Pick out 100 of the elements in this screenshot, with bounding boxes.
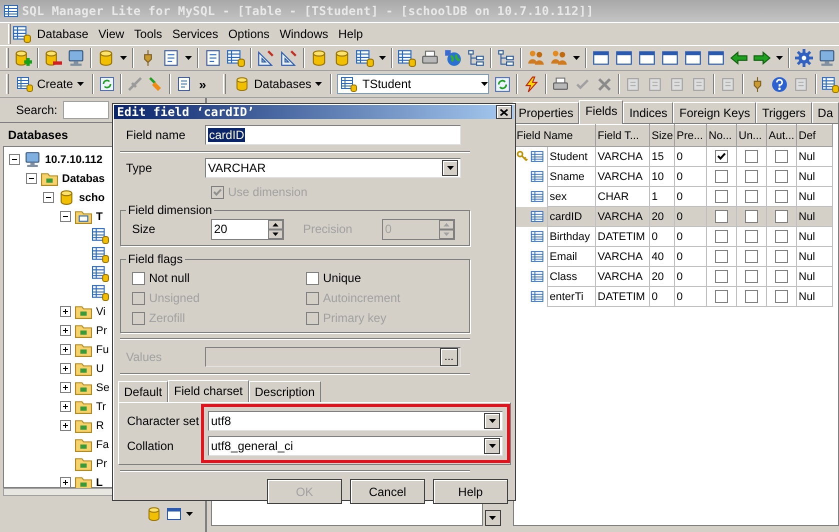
cross-icon[interactable] bbox=[596, 76, 613, 92]
database-icon[interactable] bbox=[97, 49, 115, 67]
ruler-icon[interactable] bbox=[257, 49, 275, 67]
tree-item[interactable]: T bbox=[96, 210, 103, 222]
checkbox[interactable] bbox=[744, 210, 758, 223]
checkbox[interactable] bbox=[774, 170, 788, 183]
globe-icon[interactable] bbox=[444, 49, 462, 67]
spin-field[interactable]: 20 bbox=[211, 218, 284, 240]
dropdown-field[interactable]: utf8_general_ci bbox=[208, 436, 503, 456]
column-header[interactable]: Def bbox=[796, 124, 832, 146]
tree-item[interactable]: Fa bbox=[96, 438, 109, 450]
tab[interactable]: Da bbox=[812, 102, 839, 123]
checkbox[interactable] bbox=[744, 230, 758, 243]
expand-icon[interactable] bbox=[60, 401, 71, 412]
window-icon[interactable] bbox=[166, 506, 182, 522]
menu-item[interactable]: Services bbox=[168, 25, 222, 43]
tab[interactable]: Foreign Keys bbox=[673, 102, 756, 123]
menu-item[interactable]: Database bbox=[33, 25, 92, 43]
checkbox[interactable] bbox=[714, 250, 728, 263]
printer-icon[interactable] bbox=[552, 76, 569, 92]
grid-row[interactable]: Class VARCHA 20 0 Nul bbox=[514, 266, 832, 286]
menu-item[interactable]: Tools bbox=[130, 25, 166, 43]
checkbox[interactable] bbox=[132, 272, 145, 284]
tab[interactable]: Indices bbox=[623, 102, 674, 123]
left-arrow-icon[interactable] bbox=[730, 49, 748, 67]
checkbox[interactable] bbox=[744, 150, 758, 163]
expand-icon[interactable] bbox=[60, 344, 71, 355]
checkbox[interactable] bbox=[714, 150, 728, 163]
collapse-icon[interactable] bbox=[60, 211, 71, 222]
checkbox[interactable] bbox=[744, 290, 758, 303]
database-icon[interactable] bbox=[146, 506, 162, 522]
checkbox[interactable] bbox=[744, 270, 758, 283]
dropdown-button[interactable] bbox=[442, 160, 458, 176]
tree-item[interactable]: U bbox=[96, 362, 104, 374]
checkbox[interactable] bbox=[774, 150, 788, 163]
window-icon[interactable] bbox=[684, 49, 702, 67]
table-icon[interactable] bbox=[356, 49, 374, 67]
tree-icon[interactable] bbox=[467, 49, 485, 67]
tab[interactable]: Description bbox=[248, 381, 321, 402]
expand-icon[interactable] bbox=[60, 363, 71, 374]
checkbox[interactable] bbox=[774, 290, 788, 303]
expand-icon[interactable] bbox=[60, 306, 71, 317]
checkbox[interactable] bbox=[714, 210, 728, 223]
create-button[interactable]: Create bbox=[14, 75, 88, 93]
table-icon[interactable] bbox=[227, 49, 245, 67]
checkbox[interactable] bbox=[744, 170, 758, 183]
type-dropdown[interactable]: VARCHAR bbox=[205, 158, 461, 178]
tree-item[interactable]: R bbox=[96, 420, 104, 432]
dialog-button[interactable]: Help bbox=[433, 479, 508, 504]
search-field[interactable] bbox=[63, 101, 110, 119]
tree-icon[interactable] bbox=[497, 49, 515, 67]
tab[interactable]: Triggers bbox=[756, 102, 812, 123]
column-header[interactable]: No... bbox=[706, 124, 736, 146]
table-icon[interactable] bbox=[822, 76, 839, 92]
checkbox[interactable] bbox=[306, 272, 319, 284]
dropdown-field[interactable]: utf8 bbox=[208, 411, 503, 431]
column-header[interactable]: Pre... bbox=[674, 124, 706, 146]
spin-arrows-icon[interactable] bbox=[268, 220, 283, 238]
caret-icon[interactable] bbox=[186, 512, 193, 516]
checkbox[interactable] bbox=[714, 290, 728, 303]
grid-row[interactable]: Student VARCHA 15 0 Nul bbox=[514, 146, 832, 166]
document-icon[interactable] bbox=[204, 49, 222, 67]
menu-item[interactable]: Options bbox=[224, 25, 274, 43]
grid-row[interactable]: Birthday DATETIM 0 0 Nul bbox=[514, 226, 832, 246]
dropdown-button[interactable] bbox=[484, 438, 500, 454]
table-icon[interactable] bbox=[398, 49, 416, 67]
column-header[interactable]: Aut... bbox=[766, 124, 796, 146]
column-header[interactable]: Field T... bbox=[595, 124, 650, 146]
dropdown-button[interactable] bbox=[484, 413, 500, 429]
tree-item[interactable]: Pr bbox=[96, 324, 107, 336]
checkbox[interactable] bbox=[774, 250, 788, 263]
grid-row[interactable]: cardID VARCHA 20 0 Nul bbox=[514, 206, 832, 226]
tree-item[interactable]: Se bbox=[96, 382, 110, 394]
checkbox[interactable] bbox=[774, 210, 788, 223]
refresh-icon[interactable] bbox=[99, 76, 116, 92]
tab[interactable]: Properties bbox=[512, 102, 580, 123]
collapse-icon[interactable] bbox=[9, 154, 20, 165]
tab[interactable]: Field charset bbox=[168, 380, 249, 403]
input-field[interactable]: cardID bbox=[205, 125, 461, 145]
collapse-icon[interactable] bbox=[26, 173, 37, 184]
checkbox[interactable] bbox=[714, 270, 728, 283]
collapse-icon[interactable] bbox=[43, 192, 54, 203]
right-arrow-icon[interactable] bbox=[753, 49, 771, 67]
help-icon[interactable] bbox=[771, 76, 788, 92]
window-icon[interactable] bbox=[615, 49, 633, 67]
caret-icon[interactable] bbox=[573, 56, 580, 60]
close-button[interactable] bbox=[496, 105, 512, 119]
column-header[interactable]: Field Name bbox=[514, 124, 596, 146]
checkbox[interactable] bbox=[744, 250, 758, 263]
tree-item[interactable]: L bbox=[96, 476, 103, 488]
window-icon[interactable] bbox=[592, 49, 610, 67]
database-icon[interactable] bbox=[310, 49, 328, 67]
expand-icon[interactable] bbox=[60, 477, 71, 488]
checkbox[interactable] bbox=[744, 190, 758, 203]
refresh-icon[interactable] bbox=[494, 76, 511, 92]
dialog-button[interactable]: Cancel bbox=[350, 479, 425, 504]
tree-item[interactable]: Vi bbox=[96, 306, 106, 318]
computer-icon[interactable] bbox=[818, 49, 836, 67]
ruler-icon[interactable] bbox=[280, 49, 298, 67]
menu-item[interactable]: Help bbox=[334, 25, 367, 43]
